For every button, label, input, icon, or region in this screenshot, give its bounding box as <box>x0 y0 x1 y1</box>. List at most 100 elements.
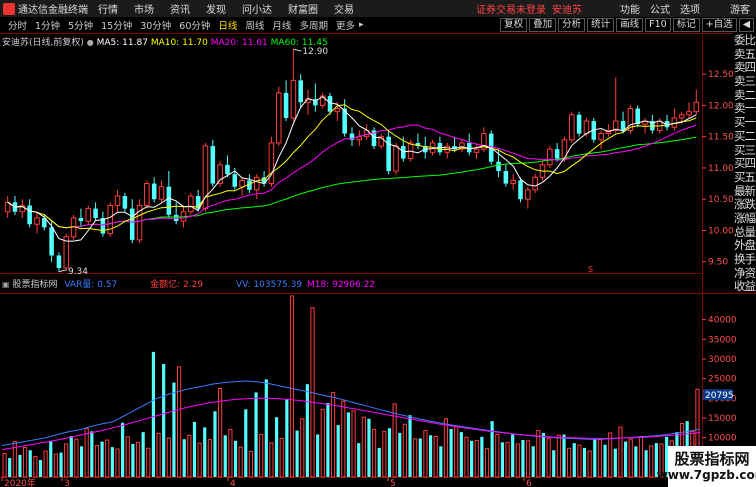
volume-bar-down <box>357 443 361 477</box>
sidebar-item-ask1[interactable]: 卖一 <box>733 101 756 115</box>
volume-bar-down <box>367 418 371 477</box>
annotation-leader <box>58 269 68 273</box>
volume-bar-down <box>274 417 279 477</box>
volume-bar-up <box>248 450 254 478</box>
candle-body-up <box>686 111 692 116</box>
sidebar-item-ask4[interactable]: 卖四 <box>733 60 756 74</box>
candle-body-down <box>93 208 98 218</box>
sidebar-item-ask5[interactable]: 卖五 <box>733 47 756 61</box>
volume-bar-up <box>166 437 171 478</box>
m18-value: M18: 92906.22 <box>306 280 376 290</box>
sub-legend: ▣ 股票指标网 VAR量: 0.57 金额亿: 2.29 VV: 103575.… <box>2 277 375 290</box>
volume-bar-down <box>634 446 638 477</box>
sidebar-item-eps[interactable]: 收益 <box>733 279 756 293</box>
volume-bar-up <box>187 434 192 478</box>
volume-bar-up <box>638 435 644 478</box>
volume-bar-up <box>135 441 141 478</box>
volume-bar-up <box>454 426 459 478</box>
volume-bar-up <box>628 438 633 478</box>
volume-bar-up <box>423 430 428 478</box>
ma5-value: MA5: 11.87 <box>96 38 148 48</box>
ma10-value: MA10: 11.70 <box>150 38 208 48</box>
candle-body-up <box>158 186 165 200</box>
sidebar-item-bid3[interactable]: 买三 <box>733 143 756 157</box>
volume-bar-down <box>79 446 84 477</box>
volume-bar-up <box>269 442 274 478</box>
sidebar-item-outer[interactable]: 外盘 <box>733 238 756 252</box>
amount-value: 金额亿: 2.29 <box>150 280 204 290</box>
volume-bar-down <box>500 442 504 477</box>
candle-body-down <box>49 227 54 256</box>
volume-bar-up <box>413 438 418 478</box>
volume-bar-down <box>28 450 32 477</box>
volume-bar-up <box>300 418 305 478</box>
candle-body-down <box>554 149 560 159</box>
sidebar-item-turnover[interactable]: 换手 <box>733 252 756 266</box>
volume-bar-down <box>151 351 155 477</box>
candle-body-down <box>151 183 157 200</box>
candle-body-down <box>496 161 501 172</box>
volume-bar-down <box>38 460 43 477</box>
sidebar-item-volume[interactable]: 总量 <box>733 225 756 239</box>
volume-bar-up <box>53 453 58 478</box>
volume-bar-down <box>644 450 648 477</box>
sidebar-item-ask2[interactable]: 卖二 <box>733 88 756 102</box>
volume-bar-up <box>433 435 438 478</box>
candle-body-up <box>693 101 700 113</box>
annotation-leader <box>293 48 302 52</box>
candle-body-up <box>569 114 575 141</box>
var-value: VAR量: 0.57 <box>64 280 118 290</box>
sidebar-item-bid4[interactable]: 买四 <box>733 156 756 170</box>
chart-title: 安迪苏(日线,前复权) <box>2 38 84 48</box>
volume-bar-up <box>115 448 120 478</box>
volume-bar-up <box>43 450 48 478</box>
candle-body-down <box>56 255 62 268</box>
sidebar-item-nav[interactable]: 净资 <box>733 266 756 280</box>
volume-bar-up <box>156 432 161 478</box>
sidebar-item-ask3[interactable]: 卖三 <box>733 74 756 88</box>
candle-body-down <box>283 92 289 118</box>
vv-value: VV: 103575.39 <box>235 280 303 290</box>
volume-bar-up <box>125 436 130 478</box>
kline-chart[interactable]: 12.50 12.00 11.50 11.00 10.50 10.00 9.50 12.90 9… <box>0 0 756 487</box>
candle-body-up <box>114 195 121 206</box>
sidebar-item-change[interactable]: 涨跌 <box>733 197 756 211</box>
sidebar-item-bid5[interactable]: 买五 <box>733 170 756 184</box>
vv-line <box>1 380 701 446</box>
price-tick-label: 12.00 <box>708 101 734 111</box>
volume-bar-up <box>259 434 264 478</box>
sidebar-item-weibi[interactable]: 委比 <box>733 33 756 47</box>
annotation-label: 12.90 <box>302 47 328 57</box>
price-tick-label: 12.50 <box>708 70 734 80</box>
volume-bar-down <box>18 454 22 477</box>
candle-body-up <box>275 92 282 144</box>
candle-body-down <box>129 208 135 240</box>
volume-bar-up <box>372 428 377 478</box>
candle-body-down <box>620 121 626 131</box>
volume-bar-up <box>279 437 284 478</box>
volume-bar-up <box>105 439 110 478</box>
volume-bar-down <box>223 435 227 477</box>
sidebar-item-pct[interactable]: 涨幅 <box>733 211 756 225</box>
sidebar-item-bid2[interactable]: 买二 <box>733 129 756 143</box>
volume-bar-up <box>176 366 182 478</box>
volume-bar-down <box>141 432 145 477</box>
quote-sidebar: 委比 卖五 卖四 卖三 卖二 卖一 买一 买二 买三 买四 买五 最新 涨跌 涨… <box>733 33 756 293</box>
volume-bar-up <box>74 438 79 478</box>
volume-bar-up <box>146 447 151 478</box>
volume-bar-up <box>382 430 387 478</box>
volume-bar-down <box>264 379 268 477</box>
sidebar-item-bid1[interactable]: 买一 <box>733 115 756 129</box>
volume-bar-up <box>320 408 325 478</box>
date-label: 6 <box>526 479 532 487</box>
candle-body-down <box>386 136 391 172</box>
volume-bar-down <box>459 432 463 477</box>
candle-body-down <box>327 96 333 112</box>
volume-bar-down <box>100 441 104 477</box>
candle-body-down <box>122 196 128 209</box>
volume-bar-up <box>392 403 397 478</box>
event-marker-icon: S <box>588 265 593 274</box>
sidebar-item-latest[interactable]: 最新 <box>733 184 756 198</box>
volume-bar-down <box>562 434 566 477</box>
watermark-title: 股票指标网 <box>674 450 750 468</box>
